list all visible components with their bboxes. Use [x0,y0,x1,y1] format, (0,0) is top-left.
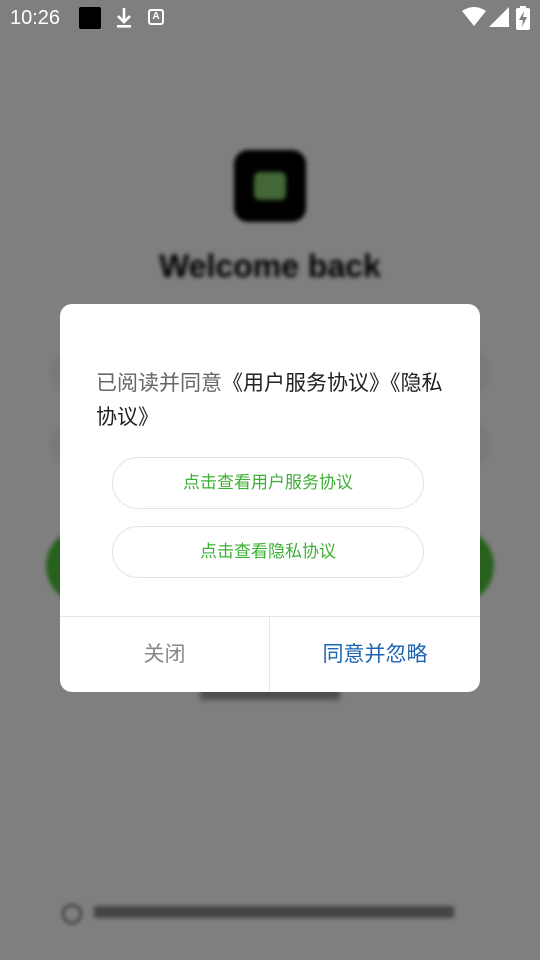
agreement-dialog: 已阅读并同意《用户服务协议》《隐私协议》 点击查看用户服务协议 点击查看隐私协议… [60,304,480,692]
font-a-icon: A [148,9,164,25]
dialog-message: 已阅读并同意《用户服务协议》《隐私协议》 [96,366,452,434]
download-icon [117,8,131,28]
agree-and-ignore-button[interactable]: 同意并忽略 [270,617,480,692]
status-time: 10:26 [10,7,61,29]
battery-charging-icon [516,6,530,30]
dialog-message-plain: 已阅读并同意 [96,371,222,395]
signal-icon [489,7,509,27]
wifi-icon [462,7,486,26]
view-user-agreement-button[interactable]: 点击查看用户服务协议 [112,457,424,509]
status-bar: 10:26 A [0,0,540,36]
close-button[interactable]: 关闭 [60,617,269,692]
view-privacy-policy-button[interactable]: 点击查看隐私协议 [112,526,424,578]
notification-black-square-icon [79,7,101,29]
